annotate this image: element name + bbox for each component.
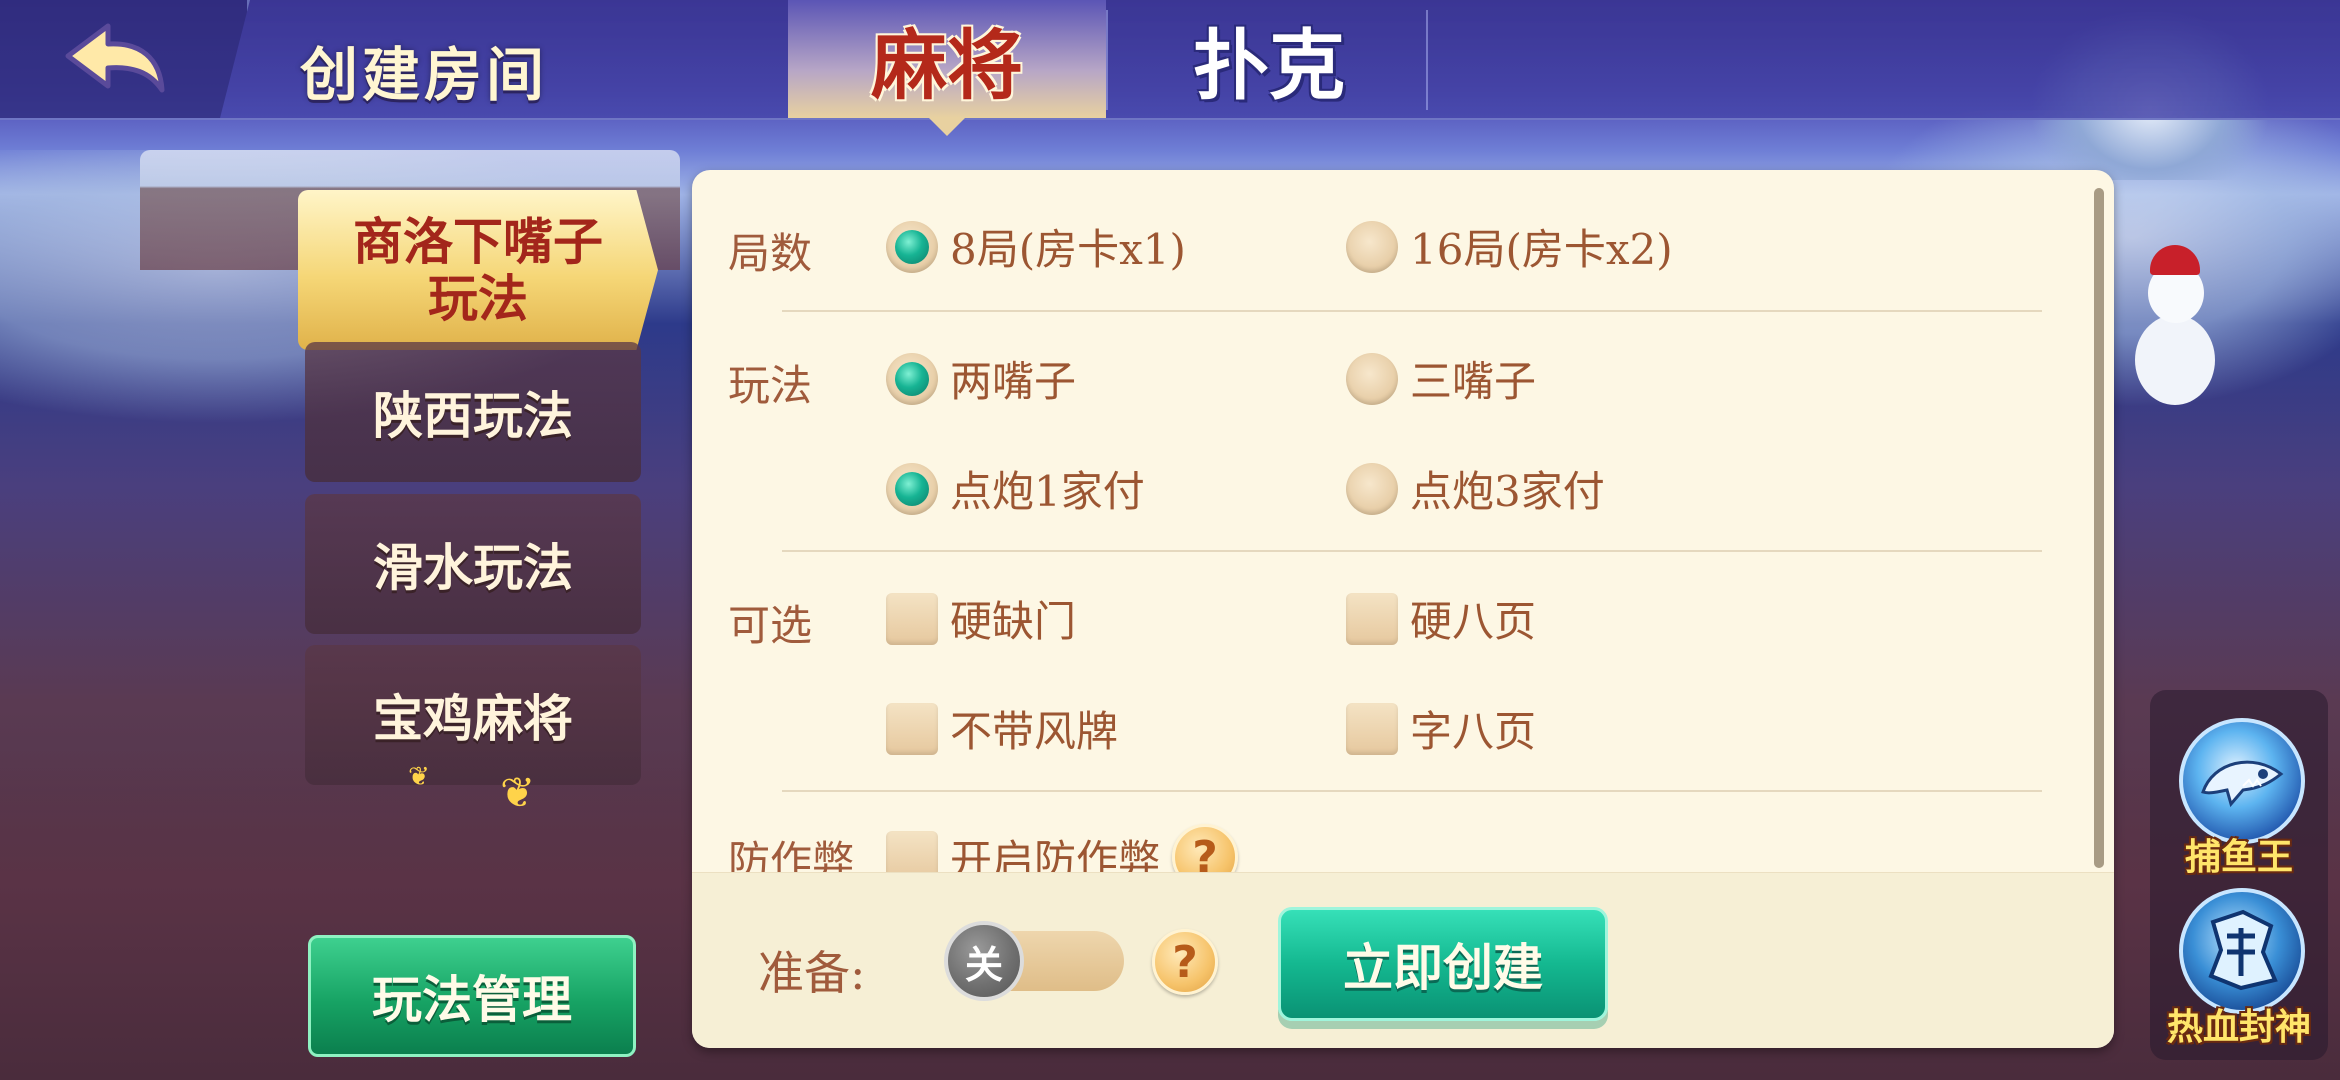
option-label: 8局(房卡x1) [950, 225, 1186, 274]
rounds-8-option[interactable]: 8局(房卡x1) [886, 216, 1186, 277]
divider [782, 550, 2042, 552]
butterfly-icon: ❦ [408, 762, 430, 792]
radio-checked[interactable] [886, 462, 938, 515]
radio-checked[interactable] [886, 220, 938, 273]
divider [782, 310, 2042, 312]
ready-label: 准备: [758, 946, 866, 1000]
tab-divider [1426, 10, 1428, 110]
optional-label: 可选 [728, 601, 813, 650]
option-label: 三嘴子 [1410, 357, 1537, 406]
create-now-button[interactable]: 立即创建 [1278, 907, 1608, 1021]
sidebar-item-label: 陕西玩法 [373, 386, 573, 445]
option-label: 两嘴子 [950, 357, 1077, 406]
play-label: 玩法 [728, 361, 813, 410]
scrollbar-thumb[interactable] [2094, 188, 2104, 868]
radio-unchecked[interactable] [1346, 352, 1398, 405]
toggle-knob[interactable]: 关 [944, 921, 1024, 1001]
tab-mahjong[interactable]: 麻将 [788, 0, 1106, 136]
sidebar-item-label: 滑水玩法 [373, 538, 573, 597]
manage-rules-button[interactable]: 玩法管理 [308, 935, 636, 1057]
sidebar-item-huashui[interactable]: 滑水玩法 [305, 494, 641, 634]
tab-divider [1106, 10, 1108, 110]
ready-help-icon[interactable]: ? [1152, 929, 1218, 995]
radio-checked[interactable] [886, 352, 938, 405]
tab-poker[interactable]: 扑克 [1110, 0, 1428, 118]
checkbox-unchecked[interactable] [1346, 702, 1398, 755]
snowman-decoration [2130, 245, 2220, 425]
no-wind-tiles-option[interactable]: 不带风牌 [886, 698, 1118, 759]
hard-eight-option[interactable]: 硬八页 [1346, 588, 1536, 649]
hard-missing-suit-option[interactable]: 硬缺门 [886, 588, 1076, 649]
checkbox-unchecked[interactable] [1346, 592, 1398, 645]
butterfly-icon: ❦ [500, 768, 536, 817]
divider [782, 790, 2042, 792]
pay-one-option[interactable]: 点炮1家付 [886, 458, 1145, 519]
back-arrow-icon [65, 23, 165, 93]
sidebar-item-label: 商洛下嘴子玩法 [353, 211, 603, 328]
back-button[interactable] [60, 18, 170, 98]
option-label: 点炮1家付 [950, 467, 1145, 516]
game-shortcuts-panel: 捕鱼王 热血封神 [2150, 690, 2328, 1060]
page-title: 创建房间 [300, 41, 549, 109]
play-two-option[interactable]: 两嘴子 [886, 348, 1076, 409]
rounds-16-option[interactable]: 16局(房卡x2) [1346, 216, 1673, 277]
panel-footer: 准备: 关 ? 立即创建 [692, 872, 2114, 1048]
honor-eight-option[interactable]: 字八页 [1346, 698, 1536, 759]
ready-toggle[interactable]: 关 [944, 921, 1124, 1001]
options-panel: 局数 8局(房卡x1) 16局(房卡x2) 玩法 两嘴子 三嘴子 点炮1家付 点… [692, 170, 2114, 1048]
game-label: 热血封神 [2166, 1007, 2311, 1048]
option-label: 字八页 [1410, 707, 1537, 756]
option-label: 点炮3家付 [1410, 467, 1605, 516]
game-hot-blood-gods[interactable]: 热血封神 [2164, 888, 2314, 1058]
game-label: 捕鱼王 [2184, 837, 2293, 878]
rounds-label: 局数 [728, 229, 813, 278]
option-label: 16局(房卡x2) [1410, 225, 1673, 274]
game-fishing-king[interactable]: 捕鱼王 [2164, 718, 2314, 888]
pay-three-option[interactable]: 点炮3家付 [1346, 458, 1605, 519]
checkbox-unchecked[interactable] [886, 702, 938, 755]
play-three-option[interactable]: 三嘴子 [1346, 348, 1536, 409]
dragon-icon [2179, 888, 2305, 1014]
shark-icon [2179, 718, 2305, 844]
checkbox-unchecked[interactable] [886, 592, 938, 645]
sidebar-item-shaanxi[interactable]: 陕西玩法 [305, 342, 641, 482]
option-label: 硬缺门 [950, 597, 1077, 646]
sidebar-item-baoji[interactable]: 宝鸡麻将 [305, 645, 641, 785]
sidebar-item-label: 宝鸡麻将 [373, 689, 573, 748]
option-label: 硬八页 [1410, 597, 1537, 646]
option-label: 不带风牌 [950, 707, 1119, 756]
dragon-icon [2208, 909, 2278, 991]
sidebar-item-shangluo[interactable]: 商洛下嘴子玩法 [298, 190, 658, 350]
shark-icon [2201, 760, 2284, 808]
radio-unchecked[interactable] [1346, 220, 1398, 273]
radio-unchecked[interactable] [1346, 462, 1398, 515]
